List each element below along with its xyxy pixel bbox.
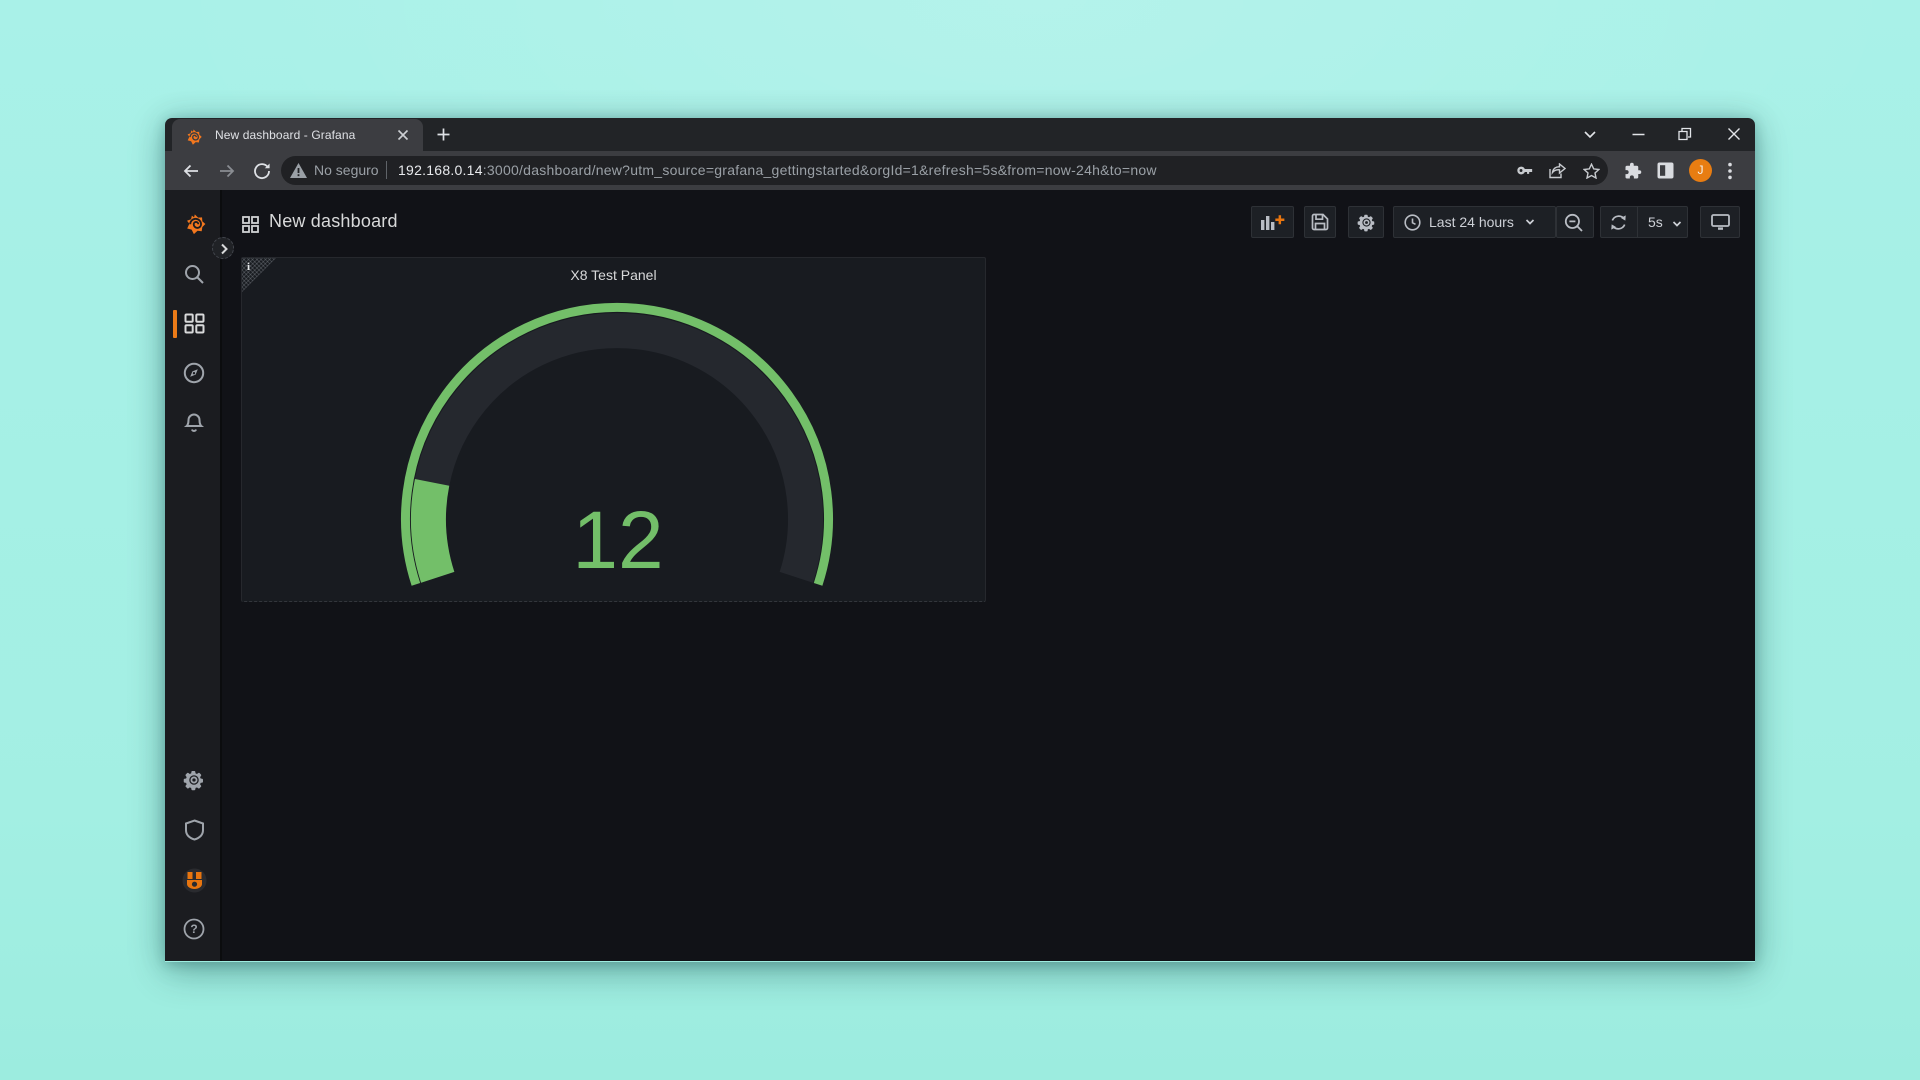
svg-text:?: ? [190,922,197,936]
